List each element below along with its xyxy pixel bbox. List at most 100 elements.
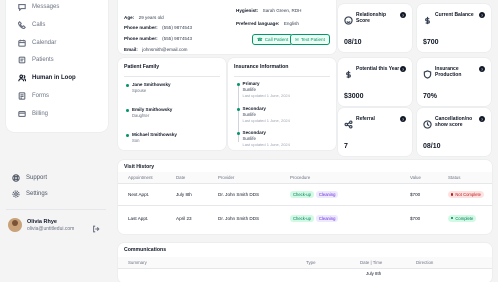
sidebar-item-label: Forms: [32, 93, 49, 99]
sidebar-item-human-in-loop[interactable]: Human in Loop: [12, 71, 102, 85]
procedure-cell: Check-up Cleaning: [290, 191, 340, 198]
status-dot: [126, 133, 129, 137]
column-header: Summary: [128, 260, 147, 265]
procedure-tag: Check-up: [290, 214, 314, 222]
calendar-icon: [18, 39, 26, 47]
insurance-name: Sunlife: [242, 112, 256, 117]
sidebar-item-label: Billing: [32, 111, 49, 117]
human-loop-icon: [18, 74, 26, 82]
insurance-entry: Secondary Sunlife Last updated 1 June, 202…: [236, 106, 290, 123]
patient-family-card: Patient Family Jane Smithowsky Spouse Emi…: [118, 58, 226, 150]
main-content: Age: 29 years old Phone number: (555) 98…: [112, 0, 498, 282]
stat-value: 7: [344, 143, 348, 150]
help-icon[interactable]: ?: [479, 12, 485, 18]
stat-label: Relationship Score: [356, 12, 387, 24]
family-member-relation: Son: [132, 138, 140, 143]
phone-icon: [18, 21, 26, 29]
message-icon: [18, 3, 26, 11]
column-header: Provider: [218, 175, 235, 180]
sidebar-item-calls[interactable]: Calls: [12, 18, 102, 32]
procedure-tag: Cleaning: [315, 191, 339, 198]
help-icon[interactable]: ?: [400, 12, 406, 18]
status-dot: [236, 107, 240, 111]
insurance-entry: Primary Sunlife Last updated 1 June, 2024: [236, 81, 290, 98]
value-cell: $700: [410, 192, 421, 197]
user-name: Olivia Rhye: [27, 218, 57, 225]
sidebar-item-forms[interactable]: Forms: [12, 89, 102, 103]
communications-card: Communications Summary Type Date | Time …: [118, 243, 492, 282]
insurance-updated: Last updated 1 June, 2024: [242, 93, 290, 98]
family-member[interactable]: Emily Smithowsky Daughter: [126, 107, 172, 118]
logout-icon[interactable]: [92, 220, 100, 238]
status-badge: Not Complete: [448, 191, 484, 198]
stat-value: 08/10: [423, 143, 441, 150]
insurance-info-card: Insurance Information Primary Sunlife Last…: [228, 58, 336, 150]
column-header: Appointment: [128, 175, 153, 180]
column-header: Date: [176, 175, 186, 180]
text-patient-label: Text Patient: [300, 37, 325, 42]
sidebar-item-label: Human in Loop: [32, 75, 76, 81]
visit-history-card: Visit History Appointment Date Provider …: [118, 160, 492, 234]
sidebar-item-billing[interactable]: Billing: [12, 107, 102, 121]
table-row[interactable]: Last Appt. April 23 Dr. John Smith DDS C…: [118, 206, 492, 230]
help-icon[interactable]: ?: [479, 66, 485, 72]
patient-info-card: Age: 29 years old Phone number: (555) 98…: [118, 0, 336, 54]
support-link[interactable]: Support: [12, 174, 47, 182]
stat-label: Potential this Year: [356, 66, 400, 72]
family-member-name: Emily Smithowsky: [132, 107, 173, 112]
procedure-tag: Check-up: [290, 191, 314, 198]
patients-icon: [18, 56, 26, 64]
call-patient-button[interactable]: ☎ Call Patient: [252, 34, 294, 45]
date-cell: April 23: [176, 215, 192, 221]
sidebar-item-label: Patients: [32, 57, 54, 63]
dollar-icon: [423, 12, 432, 30]
sidebar-item-calendar[interactable]: Calendar: [12, 36, 102, 50]
text-patient-button[interactable]: ✉ Text Patient: [290, 34, 330, 45]
column-header: Value: [410, 175, 421, 180]
status-dot: [126, 108, 129, 112]
forms-icon: [18, 92, 26, 100]
visit-history-title: Visit History: [124, 164, 155, 170]
family-member-relation: Daughter: [132, 113, 150, 118]
family-member-relation: Spouse: [132, 88, 147, 93]
sidebar-item-patients[interactable]: Patients: [12, 53, 102, 67]
family-member-name: Michael Smithowsky: [132, 132, 177, 137]
table-header: Summary Type Date | Time Direction: [118, 257, 492, 269]
family-member-name: Jane Smithowsky: [132, 82, 171, 87]
help-icon[interactable]: ?: [479, 116, 485, 122]
help-icon[interactable]: ?: [400, 66, 406, 72]
email-value: johnsmith@email.com: [142, 47, 188, 52]
status-badge: Complete: [448, 214, 477, 222]
insurance-title: Insurance Information: [234, 64, 289, 70]
insurance-name: Sunlife: [242, 136, 256, 141]
shield-icon: [423, 66, 432, 84]
table-row[interactable]: Next Appt. July 8th Dr. John Smith DDS C…: [118, 184, 492, 206]
stat-card-potential: Potential this Year ? $3000: [338, 58, 412, 106]
stat-card-cancellation: Cancellation/no show score ? 08/10: [417, 108, 491, 156]
settings-link[interactable]: Settings: [12, 190, 48, 198]
status-cell: Not Complete: [448, 191, 484, 198]
language-value: English: [283, 21, 299, 26]
family-member[interactable]: Jane Smithowsky Spouse: [126, 82, 171, 93]
insurance-entry: Secondary Sunlife Last updated 1 June, 202…: [236, 130, 290, 147]
family-member[interactable]: Michael Smithowsky Son: [126, 132, 177, 143]
status-dot: [126, 83, 129, 87]
stat-value: $700: [423, 39, 439, 46]
insurance-type: Secondary: [242, 130, 267, 135]
clock-icon: [423, 116, 432, 134]
sidebar-item-label: Calendar: [32, 40, 57, 46]
share-icon: [344, 116, 353, 134]
help-icon[interactable]: ?: [400, 116, 406, 122]
insurance-updated: Last updated 1 June, 2024: [242, 118, 290, 123]
support-icon: [12, 174, 20, 182]
call-patient-label: Call Patient: [264, 37, 289, 42]
support-label: Support: [26, 175, 48, 181]
stat-label: Cancellation/no show score: [435, 116, 473, 128]
sidebar-item-messages[interactable]: Messages: [12, 0, 102, 14]
sidebar-item-label: Messages: [32, 4, 60, 10]
insurance-updated: Last updated 1 June, 2024: [242, 142, 290, 147]
patient-family-title: Patient Family: [124, 64, 160, 70]
stat-value: 70%: [423, 93, 438, 100]
user-profile[interactable]: Olivia Rhye olivia@untitledui.com: [8, 218, 74, 232]
stat-card-relationship: Relationship Score ? 08/10: [338, 4, 412, 52]
